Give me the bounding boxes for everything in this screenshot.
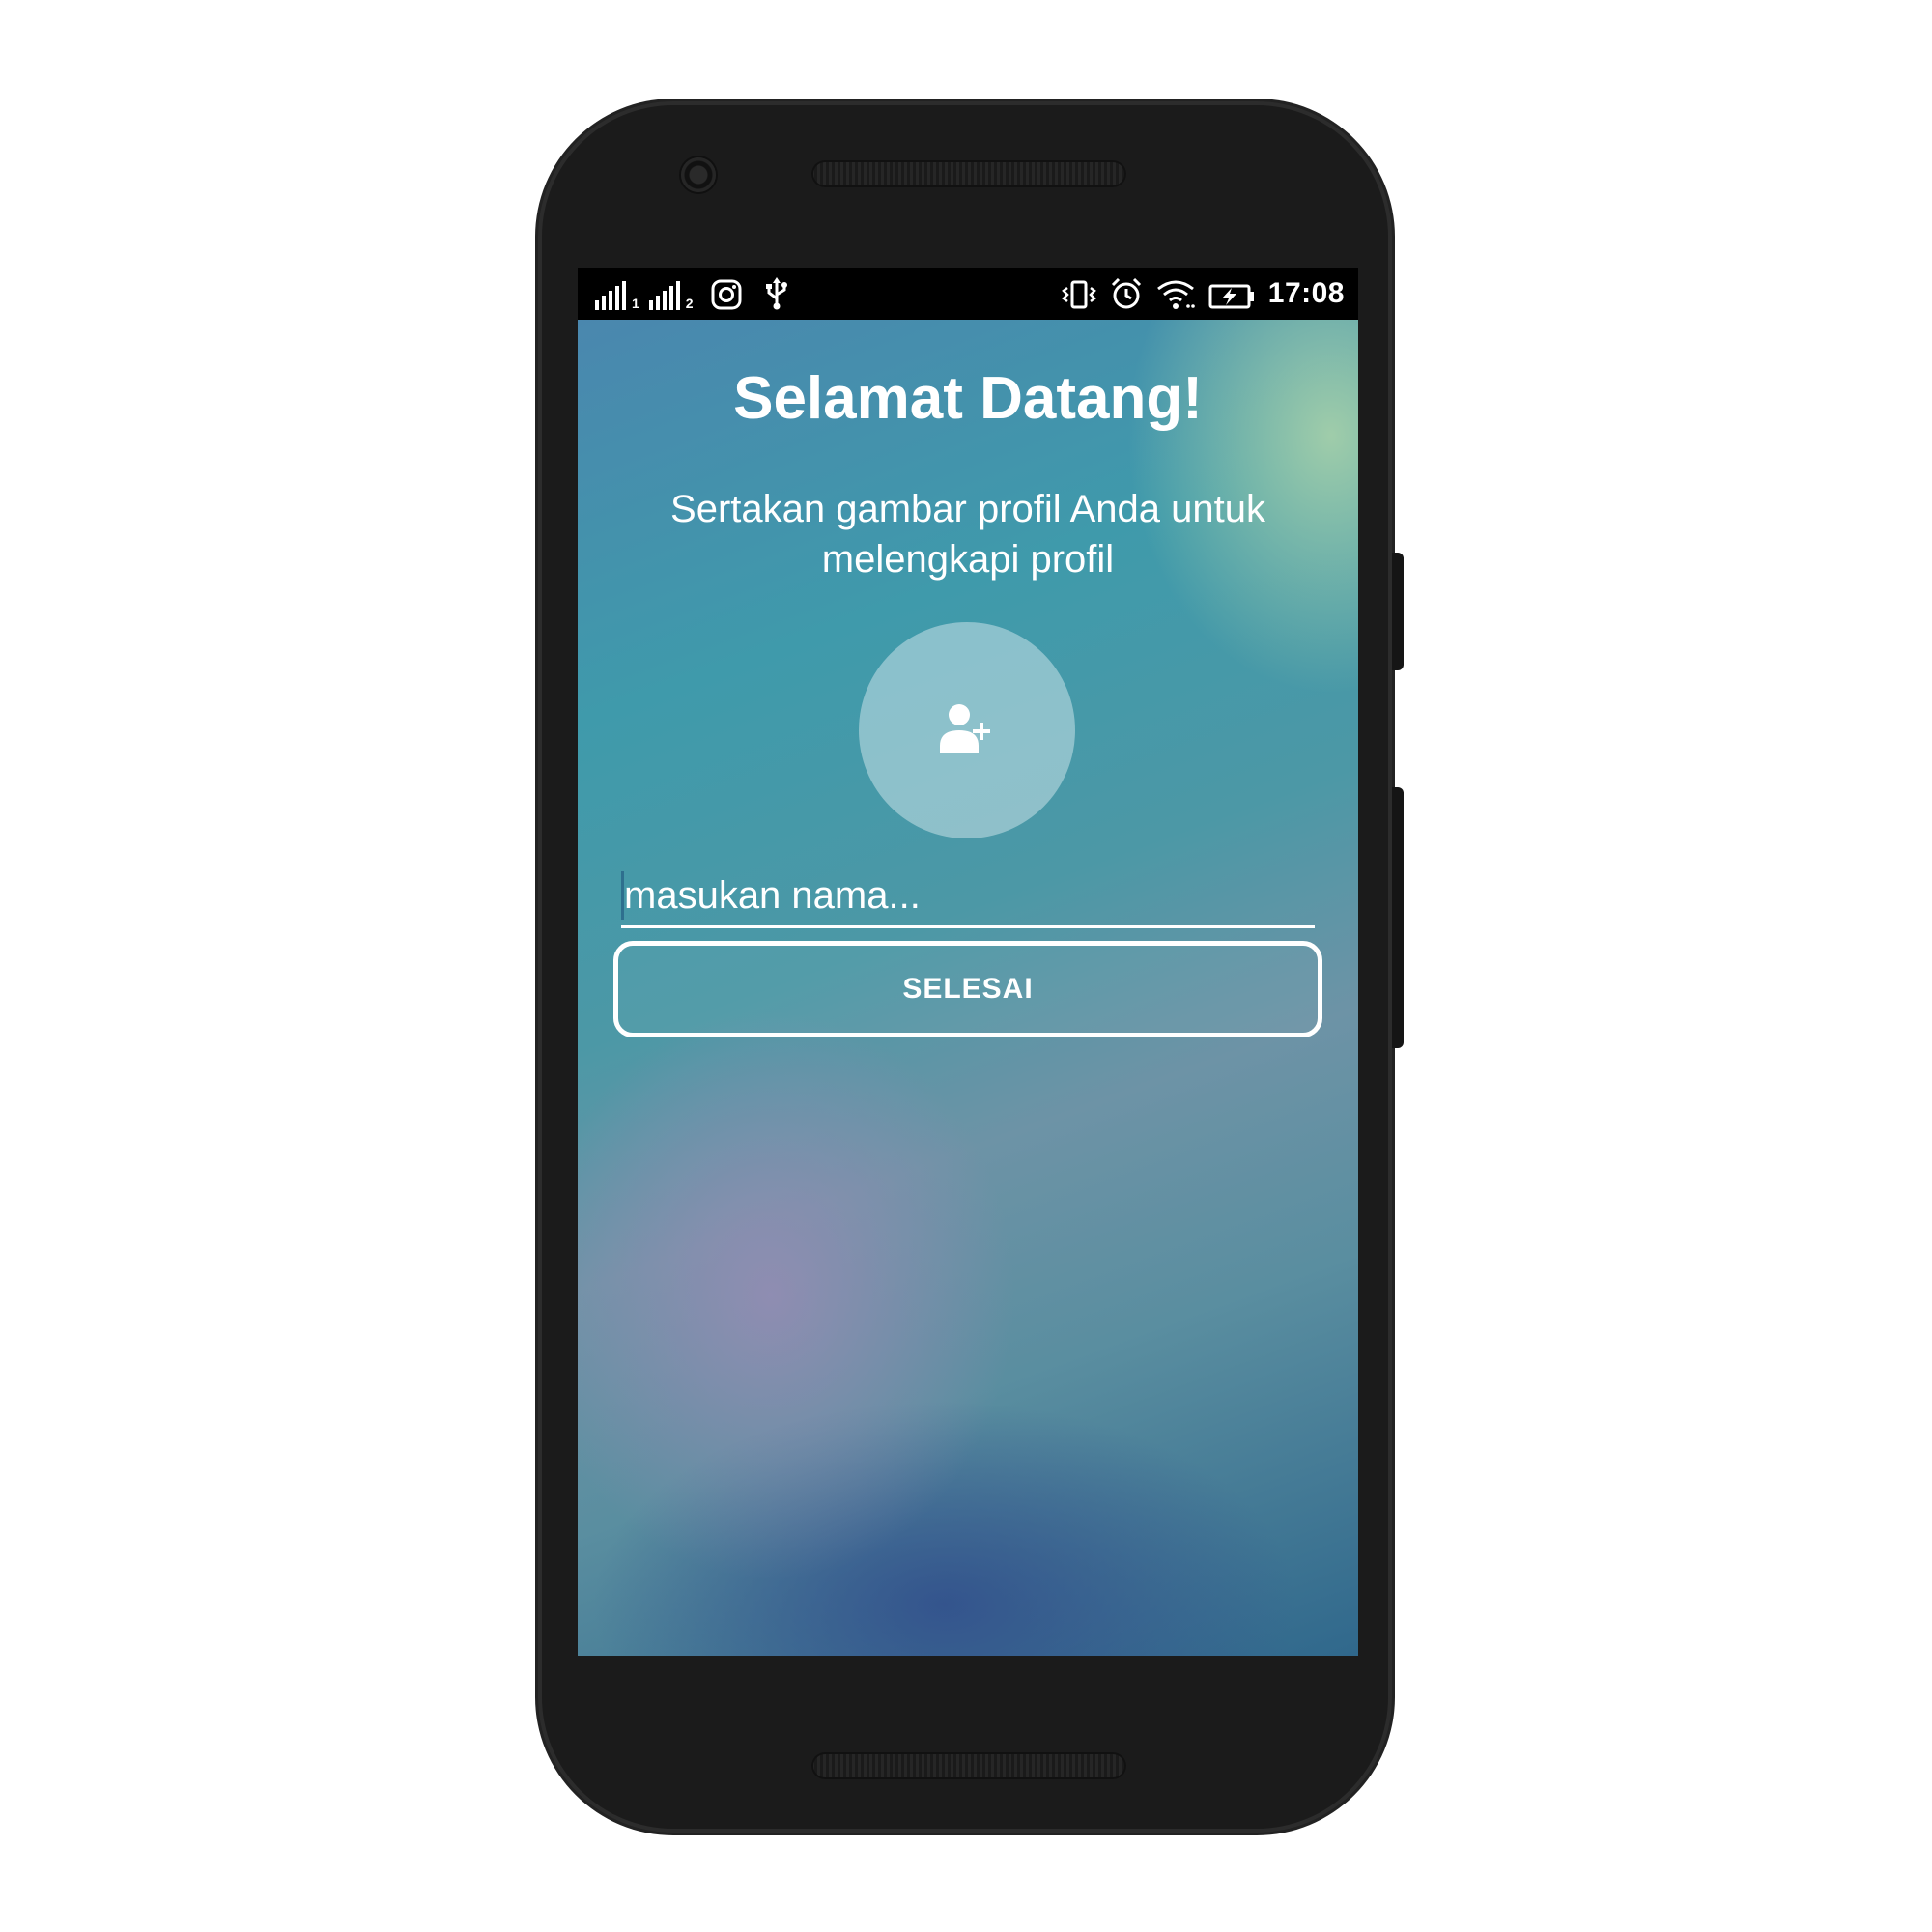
device-mockup: 1 2 17:08 Selamat Datang! Sertakan gamba…	[0, 0, 1932, 1932]
usb-icon	[765, 277, 788, 310]
signal-icon: 2	[648, 277, 694, 311]
signal-icon: 1	[595, 277, 639, 310]
front-camera	[681, 157, 716, 192]
page-subtitle: Sertakan gambar profil Anda untuk meleng…	[670, 488, 1265, 581]
done-button-label: SELESAI	[902, 973, 1034, 1005]
add-user-icon	[938, 701, 996, 760]
status-bar-right: 17:08	[1061, 268, 1345, 320]
phone-screen: 1 2 17:08 Selamat Datang! Sertakan gamba…	[578, 268, 1358, 1656]
vibrate-icon	[1061, 277, 1096, 310]
welcome-screen: Selamat Datang! Sertakan gambar profil A…	[578, 320, 1358, 1656]
status-bar-left: 1 2	[595, 268, 788, 320]
battery-charging-icon	[1208, 277, 1255, 310]
sim2-label: 2	[685, 296, 694, 311]
name-input[interactable]	[624, 868, 1300, 923]
page-title: Selamat Datang!	[733, 365, 1203, 432]
bottom-speaker	[811, 1752, 1126, 1779]
earpiece-speaker	[811, 160, 1126, 187]
instagram-icon	[711, 277, 742, 310]
name-field[interactable]	[621, 866, 1315, 928]
done-button[interactable]: SELESAI	[613, 941, 1322, 1037]
wifi-icon	[1156, 277, 1195, 310]
status-time: 17:08	[1267, 277, 1345, 309]
power-button	[1392, 553, 1404, 670]
status-bar: 1 2 17:08	[578, 268, 1358, 320]
sim1-label: 1	[632, 296, 639, 311]
profile-picture-button[interactable]	[859, 622, 1075, 838]
alarm-icon	[1110, 277, 1143, 310]
volume-button	[1392, 787, 1404, 1048]
